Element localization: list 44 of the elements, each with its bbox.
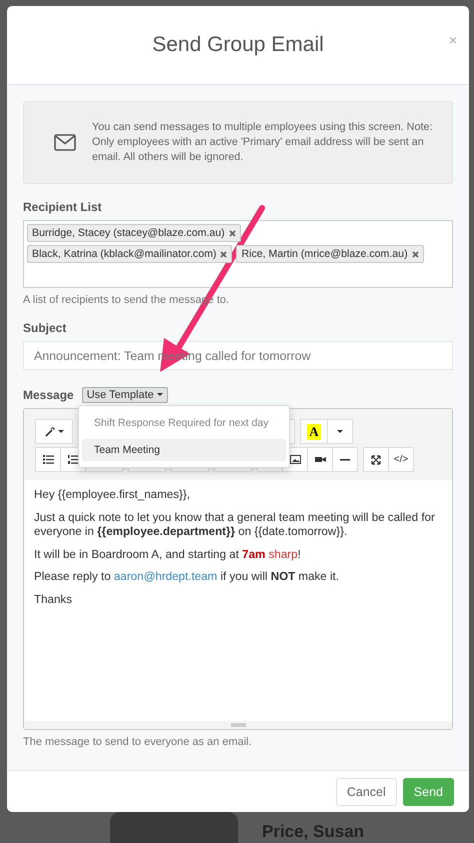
- menu-item[interactable]: Shift Response Required for next day: [82, 412, 286, 434]
- envelope-icon: [54, 134, 76, 151]
- toolbar-button[interactable]: [332, 447, 358, 472]
- email-link[interactable]: aaron@hrdept.team: [114, 570, 218, 583]
- bullet-list-icon: [42, 455, 54, 464]
- field-label: Message: [23, 388, 74, 402]
- highlight-color-button[interactable]: A: [300, 419, 328, 444]
- caret-icon: [337, 430, 343, 433]
- background-name-text: Price, Susan: [262, 822, 364, 842]
- remove-icon[interactable]: [412, 250, 419, 258]
- rich-text-editor[interactable]: [23, 408, 453, 730]
- recipient-tag: Burridge, Stacey (stacey@blaze.com.au): [27, 224, 241, 242]
- dialog-title: Send Group Email: [152, 33, 324, 57]
- remove-icon[interactable]: [228, 230, 236, 236]
- fullscreen-icon: [371, 454, 381, 464]
- video-icon: [314, 456, 326, 463]
- cancel-button[interactable]: Cancel: [336, 778, 397, 806]
- caret-icon: [156, 393, 163, 396]
- remove-icon[interactable]: [220, 250, 228, 258]
- message-paragraph: Just a quick note to let you know that a general team meeting will be called for everyone in {{employee.department}} on {{date.tomorrow}}.: [34, 510, 436, 540]
- toolbar-button[interactable]: [35, 447, 61, 472]
- message-paragraph: Please reply to aaron@hrdept.team if you will NOT make it.: [34, 570, 340, 584]
- menu-item[interactable]: Team Meeting: [82, 439, 286, 461]
- caret-icon: [58, 430, 64, 433]
- horizontal-rule-icon: [340, 458, 350, 460]
- message-paragraph: It will be in Boardroom A, and starting at 7am sharp!: [34, 548, 302, 562]
- field-label: Recipient List: [23, 200, 103, 214]
- resize-handle[interactable]: [230, 723, 246, 727]
- recipient-tag: Black, Katrina (kblack@mailinator.com): [27, 245, 232, 263]
- info-text: You can send messages to multiple employees using this screen. Note: Only employees with an active 'Primary' email address will be sent an email. All others will be ignored.: [92, 120, 434, 165]
- image-icon: [290, 455, 300, 464]
- recipient-field[interactable]: Burridge, Stacey (stacey@blaze.com.au) Black, Katrina (kblack@mailinator.com) Rice, Martin (mrice@blaze.com.au): [23, 220, 453, 288]
- help-text: The message to send to everyone as an email.: [23, 736, 252, 748]
- message-paragraph: Hey {{employee.first_names}},: [34, 488, 191, 502]
- toolbar-button[interactable]: [35, 419, 73, 444]
- toolbar-button[interactable]: [363, 447, 389, 472]
- magic-wand-icon: [44, 426, 54, 436]
- numbered-list-icon: [68, 455, 78, 464]
- toolbar-button[interactable]: [307, 447, 333, 472]
- recipient-tag: Rice, Martin (mrice@blaze.com.au): [236, 245, 424, 263]
- message-paragraph: Thanks: [34, 592, 74, 607]
- use-template-button[interactable]: Use Template: [82, 386, 168, 402]
- field-label: Subject: [23, 321, 68, 335]
- code-view-button[interactable]: </>: [388, 447, 414, 472]
